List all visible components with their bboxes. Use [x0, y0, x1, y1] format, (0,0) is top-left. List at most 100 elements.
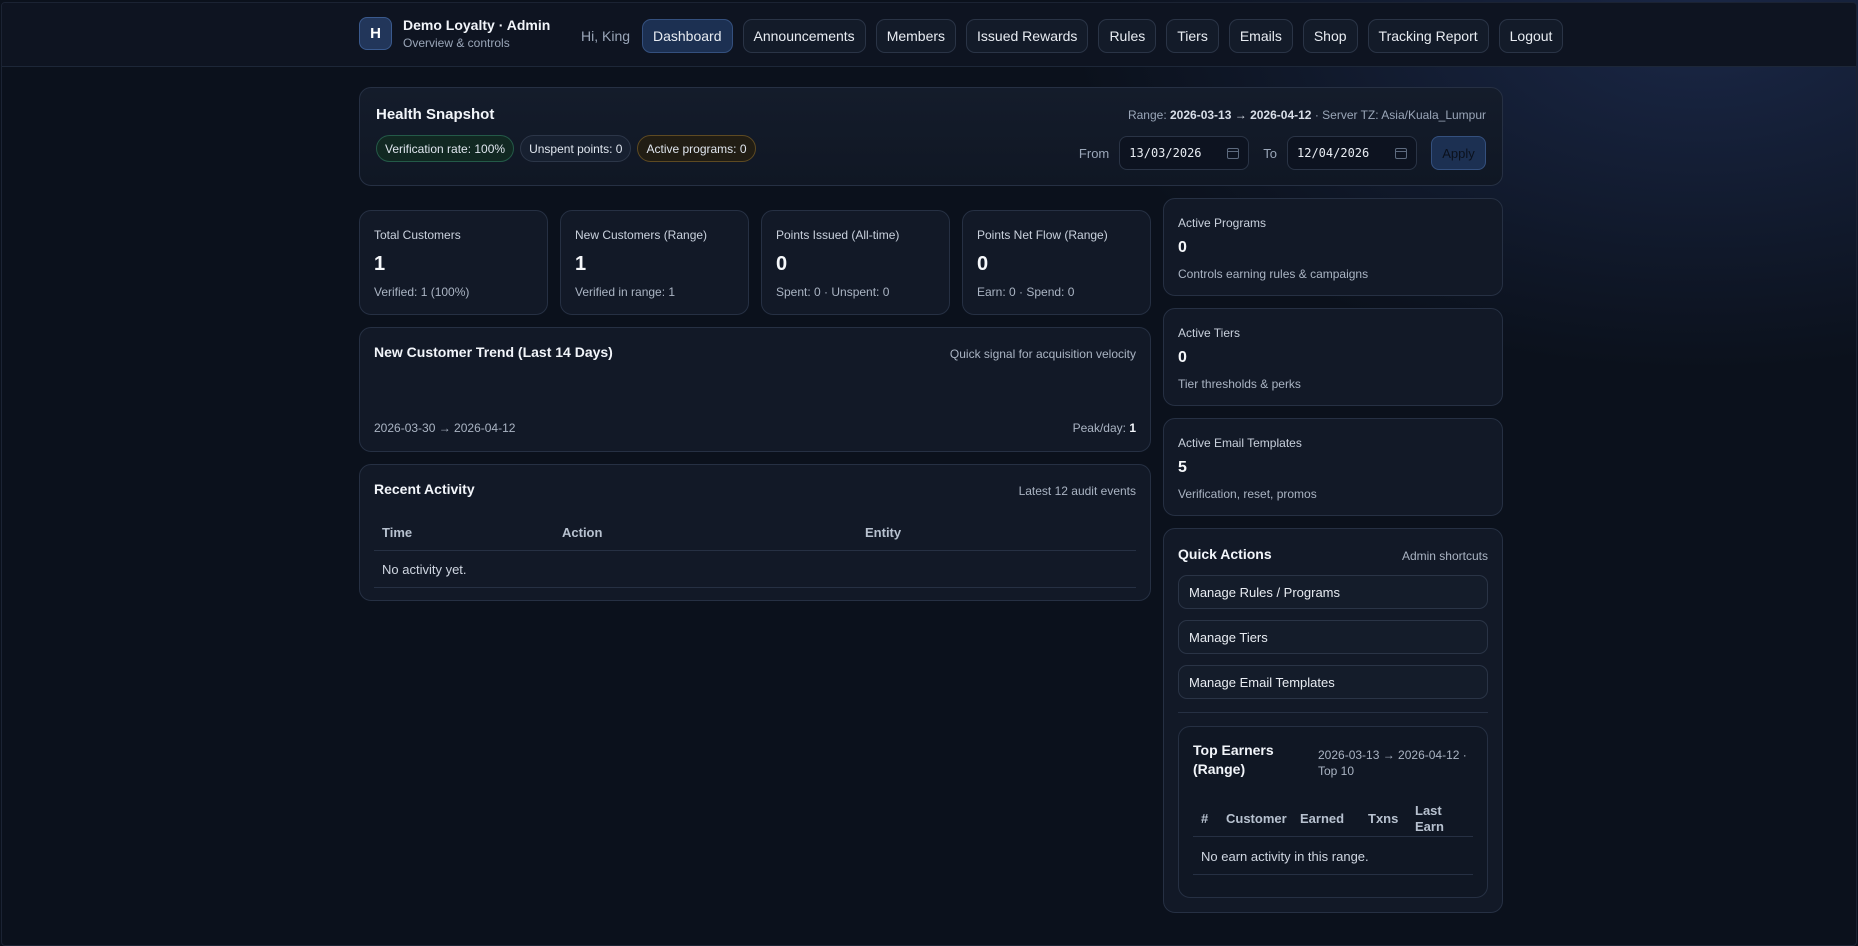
- main-nav: Dashboard Announcements Members Issued R…: [642, 19, 1564, 53]
- from-date-input[interactable]: 13/03/2026: [1119, 136, 1250, 170]
- column-header-rank: #: [1201, 811, 1209, 826]
- nav-tiers[interactable]: Tiers: [1166, 19, 1219, 53]
- side-stat-value: 5: [1178, 459, 1187, 476]
- nav-dashboard[interactable]: Dashboard: [642, 19, 733, 53]
- trend-note: Quick signal for acquisition velocity: [949, 347, 1136, 361]
- peak-value: 1: [1129, 421, 1136, 435]
- health-snapshot-card: Health Snapshot Verification rate: 100% …: [359, 87, 1503, 186]
- nav-members[interactable]: Members: [875, 19, 957, 53]
- logo-icon: H: [359, 17, 392, 50]
- server-timezone: · Server TZ: Asia/Kuala_Lumpur: [1314, 108, 1486, 122]
- stat-value: 0: [977, 253, 989, 275]
- column-header-time: Time: [382, 525, 413, 540]
- to-label: To: [1263, 145, 1277, 161]
- side-stat-label: Active Email Templates: [1178, 436, 1302, 450]
- manage-rules-button[interactable]: Manage Rules / Programs: [1178, 575, 1488, 609]
- stat-sub: Verified: 1 (100%): [374, 285, 470, 299]
- top-earners-note: 2026-03-13 → 2026-04-12 · Top 10: [1318, 748, 1467, 778]
- app-title: Demo Loyalty · Admin: [403, 17, 551, 33]
- customer-trend-card: New Customer Trend (Last 14 Days) Quick …: [359, 327, 1151, 452]
- side-stat-active-programs: Active Programs 0 Controls earning rules…: [1163, 198, 1503, 296]
- logout-button[interactable]: Logout: [1498, 19, 1564, 53]
- range-start: 2026-03-13: [1170, 108, 1232, 122]
- app-frame: H Demo Loyalty · Admin Overview & contro…: [1, 2, 1857, 946]
- column-header-entity: Entity: [865, 525, 902, 540]
- brand[interactable]: H Demo Loyalty · Admin Overview & contro…: [359, 17, 550, 50]
- stat-points-issued: Points Issued (All-time) 0 Spent: 0 · Un…: [761, 210, 950, 315]
- side-stat-value: 0: [1178, 349, 1187, 366]
- from-label: From: [1078, 145, 1110, 161]
- manage-tiers-button[interactable]: Manage Tiers: [1178, 620, 1488, 654]
- trend-range: 2026-03-30 → 2026-04-12: [374, 421, 516, 435]
- stat-sub: Earn: 0 · Spend: 0: [977, 285, 1075, 299]
- side-stat-value: 0: [1178, 239, 1187, 256]
- side-stat-sub: Controls earning rules & campaigns: [1178, 267, 1369, 281]
- column-header-customer: Customer: [1226, 811, 1287, 826]
- nav-announcements[interactable]: Announcements: [742, 19, 866, 53]
- top-earners-table-header: # Customer Earned Txns Last Earn: [1193, 801, 1473, 837]
- quick-actions-title: Quick Actions: [1178, 546, 1272, 562]
- stat-points-net-flow: Points Net Flow (Range) 0 Earn: 0 · Spen…: [962, 210, 1151, 315]
- nav-emails[interactable]: Emails: [1228, 19, 1293, 53]
- to-date-value: 12/04/2026: [1297, 146, 1370, 160]
- from-date-value: 13/03/2026: [1129, 146, 1202, 160]
- greeting: Hi, King: [581, 28, 631, 44]
- side-stat-sub: Verification, reset, promos: [1178, 487, 1317, 501]
- stat-sub: Spent: 0 · Unspent: 0: [776, 285, 890, 299]
- apply-button[interactable]: Apply: [1431, 136, 1486, 170]
- nav-tracking-report[interactable]: Tracking Report: [1367, 19, 1489, 53]
- quick-actions-note: Admin shortcuts: [1401, 549, 1488, 563]
- stat-value: 1: [575, 253, 587, 275]
- empty-state-text: No activity yet.: [382, 562, 467, 577]
- verification-rate-badge: Verification rate: 100%: [376, 135, 515, 162]
- stat-label: Points Net Flow (Range): [977, 228, 1108, 242]
- nav-shop[interactable]: Shop: [1302, 19, 1358, 53]
- top-bar: H Demo Loyalty · Admin Overview & contro…: [2, 3, 1856, 67]
- table-row: No earn activity in this range.: [1193, 837, 1473, 875]
- app-subtitle: Overview & controls: [403, 36, 510, 50]
- stat-label: Points Issued (All-time): [776, 228, 900, 242]
- stat-new-customers: New Customers (Range) 1 Verified in rang…: [560, 210, 749, 315]
- table-row: No activity yet.: [374, 551, 1136, 588]
- top-earners-title: Top Earners (Range): [1193, 742, 1274, 777]
- side-stat-sub: Tier thresholds & perks: [1178, 377, 1301, 391]
- trend-peak: Peak/day: 1: [1073, 421, 1136, 435]
- divider: [1178, 712, 1488, 713]
- date-range-form: From 13/03/2026 To 12/04/2026 Apply: [1079, 136, 1486, 170]
- to-date-input[interactable]: 12/04/2026: [1287, 136, 1417, 170]
- snapshot-title: Health Snapshot: [376, 106, 495, 123]
- side-stat-label: Active Tiers: [1178, 326, 1241, 340]
- stat-sub: Verified in range: 1: [575, 285, 676, 299]
- stat-total-customers: Total Customers 1 Verified: 1 (100%): [359, 210, 548, 315]
- trend-title: New Customer Trend (Last 14 Days): [374, 344, 613, 360]
- quick-actions-card: Quick Actions Admin shortcuts Manage Rul…: [1163, 528, 1503, 913]
- empty-state-text: No earn activity in this range.: [1201, 849, 1369, 864]
- activity-title: Recent Activity: [374, 481, 475, 497]
- stat-value: 1: [374, 253, 386, 275]
- active-programs-badge: Active programs: 0: [637, 135, 756, 162]
- activity-note: Latest 12 audit events: [1018, 484, 1136, 498]
- side-stat-email-templates: Active Email Templates 5 Verification, r…: [1163, 418, 1503, 516]
- stat-value: 0: [776, 253, 788, 275]
- column-header-txns: Txns: [1368, 811, 1399, 826]
- nav-issued-rewards[interactable]: Issued Rewards: [966, 19, 1089, 53]
- calendar-icon[interactable]: [1395, 147, 1407, 159]
- manage-email-templates-button[interactable]: Manage Email Templates: [1178, 665, 1488, 699]
- range-arrow: →: [1234, 108, 1247, 122]
- column-header-action: Action: [562, 525, 603, 540]
- recent-activity-card: Recent Activity Latest 12 audit events T…: [359, 464, 1151, 601]
- top-earners-panel: Top Earners (Range) 2026-03-13 → 2026-04…: [1178, 726, 1488, 898]
- side-stat-label: Active Programs: [1178, 216, 1267, 230]
- unspent-points-badge: Unspent points: 0: [520, 135, 632, 162]
- range-summary: Range: 2026-03-13 → 2026-04-12 · Server …: [1128, 108, 1486, 122]
- side-stat-active-tiers: Active Tiers 0 Tier thresholds & perks: [1163, 308, 1503, 406]
- stat-label: New Customers (Range): [575, 228, 708, 242]
- calendar-icon[interactable]: [1227, 147, 1240, 159]
- column-header-last-earn: Last Earn: [1415, 803, 1444, 834]
- stat-label: Total Customers: [374, 228, 461, 242]
- activity-table-header: Time Action Entity: [374, 515, 1136, 551]
- nav-rules[interactable]: Rules: [1098, 19, 1157, 53]
- peak-label: Peak/day:: [1072, 421, 1126, 435]
- range-end: 2026-04-12: [1250, 108, 1312, 122]
- range-prefix: Range:: [1127, 108, 1167, 122]
